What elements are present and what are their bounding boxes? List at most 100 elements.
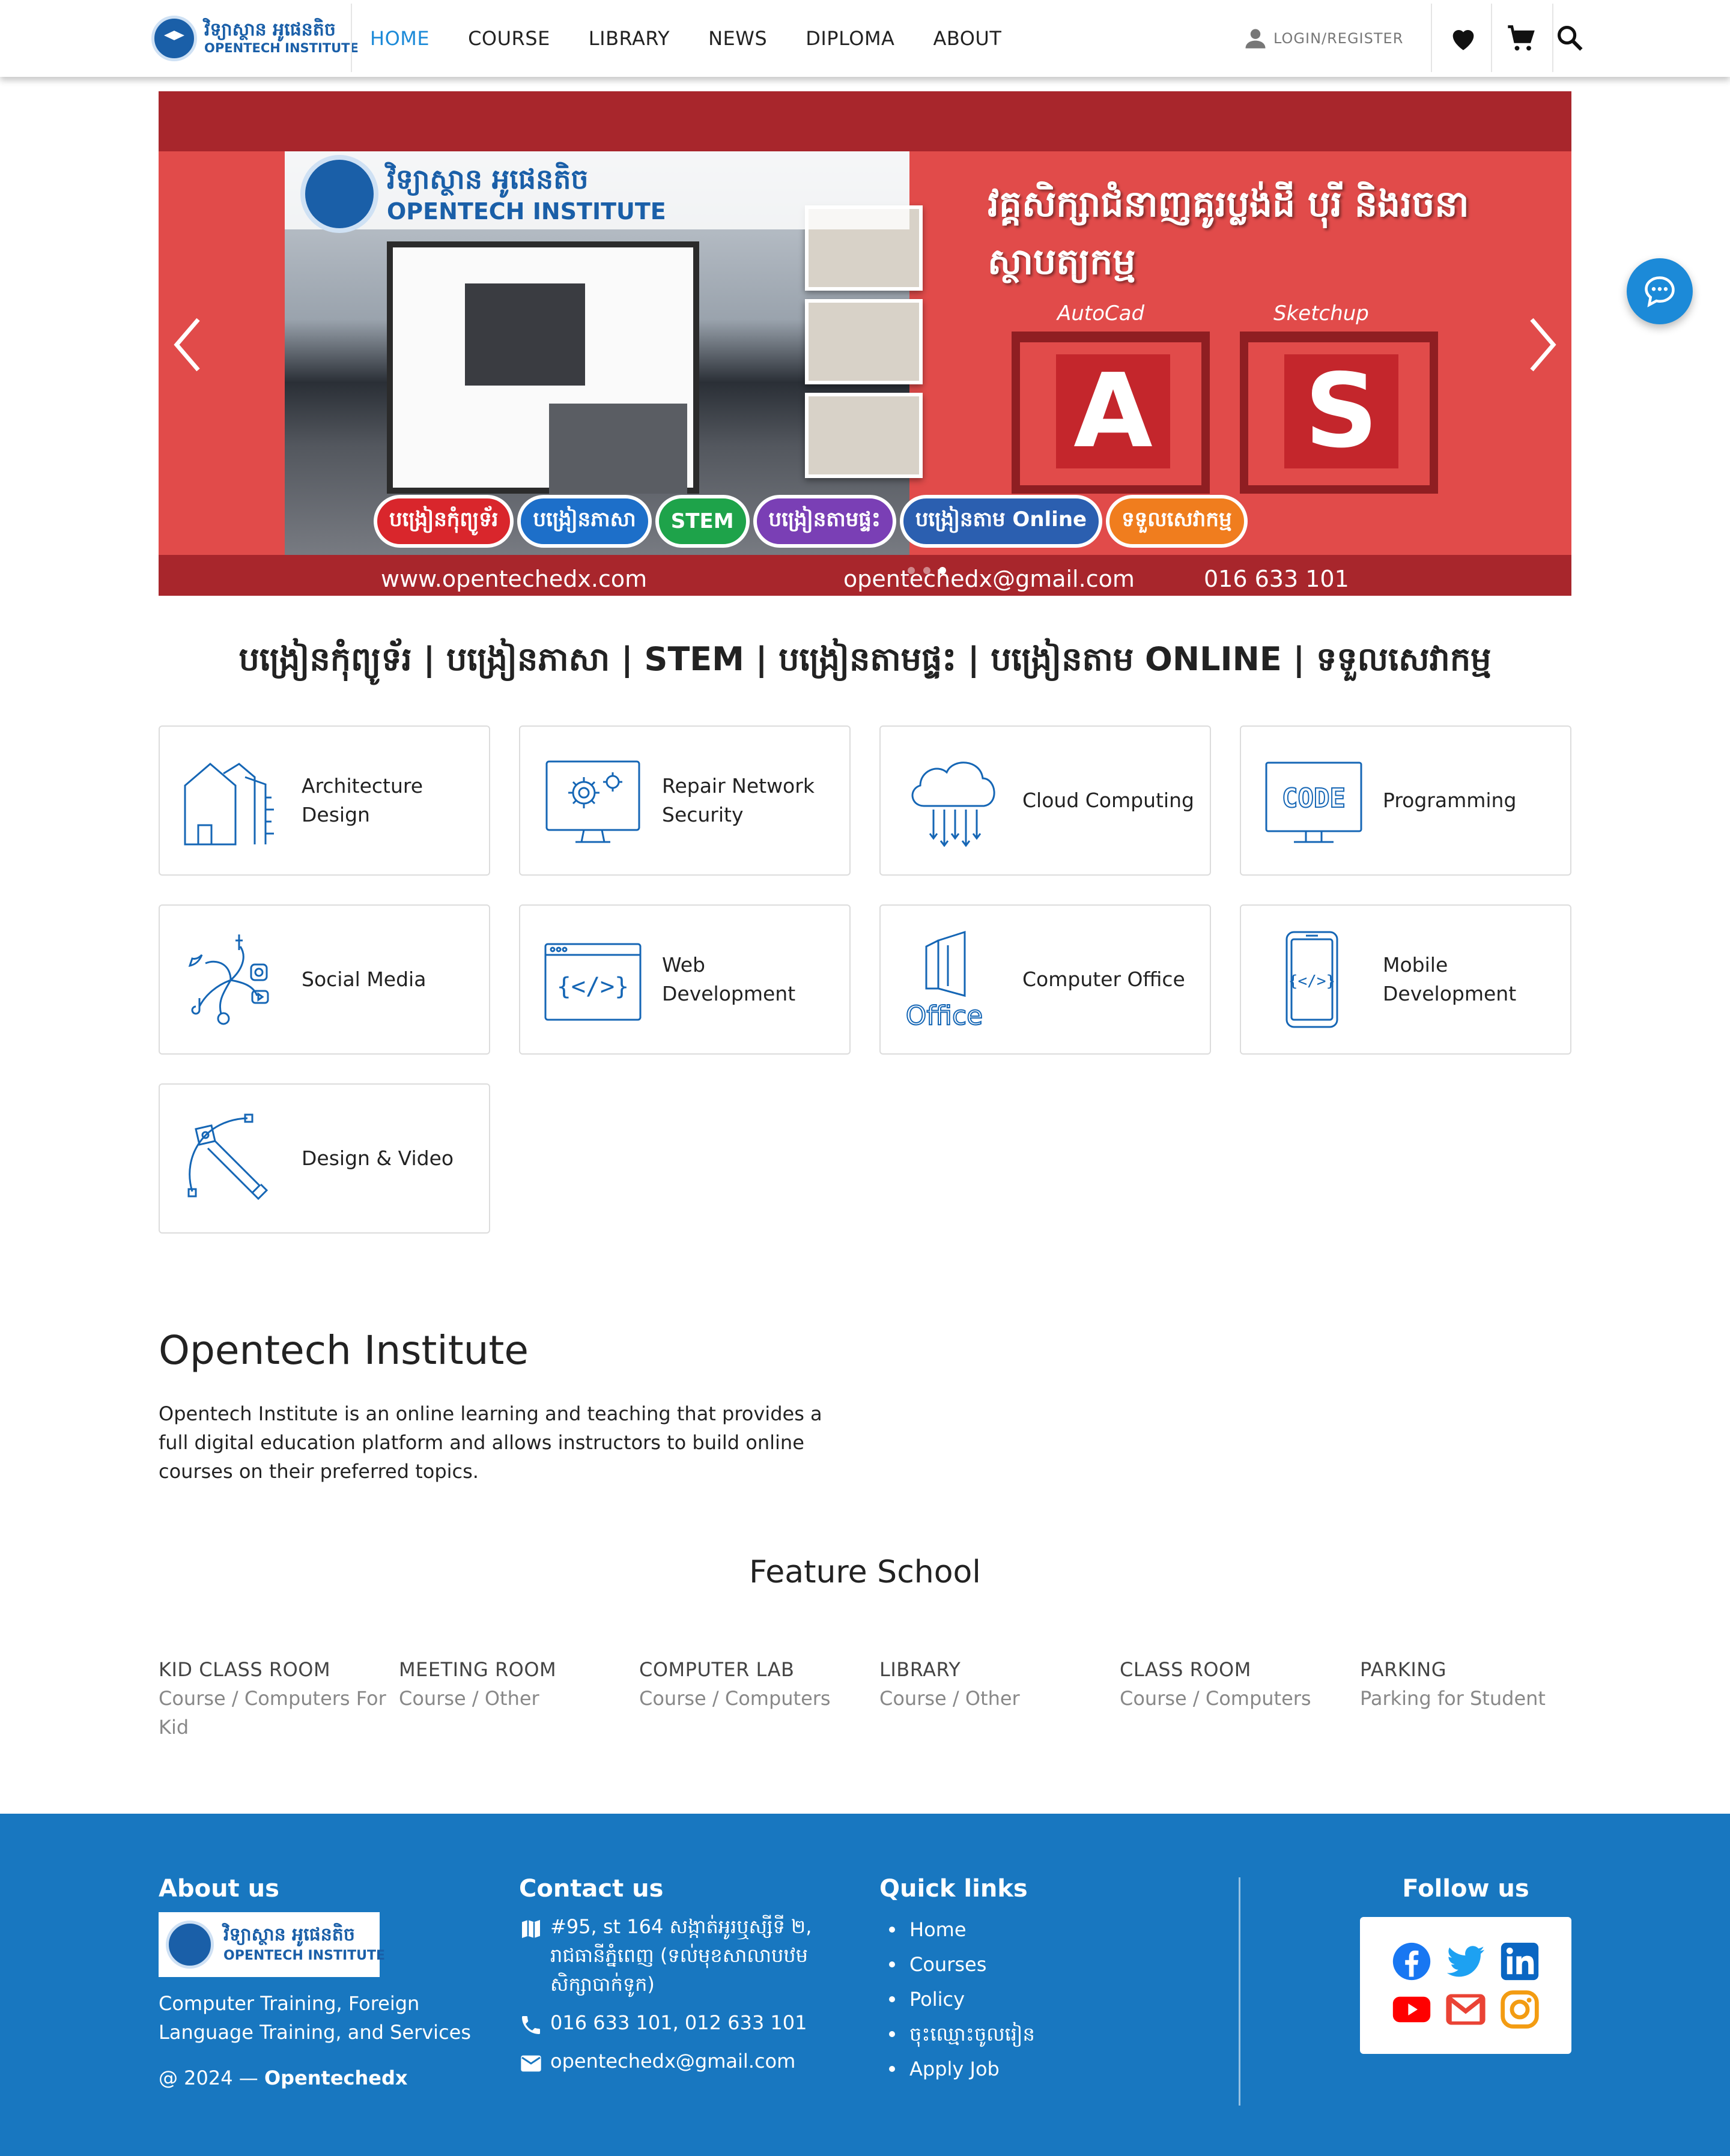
login-register-link[interactable]: LOGIN/REGISTER	[1242, 25, 1403, 52]
feature-item[interactable]: PARKING Parking for Student	[1360, 1655, 1588, 1713]
category-card[interactable]: Repair Network Security	[519, 725, 851, 876]
sketchup-logo: S	[1240, 332, 1438, 494]
hero-pill: បង្រៀនតាមផ្ទះ	[753, 495, 896, 548]
hero-interior-thumb	[805, 393, 923, 478]
hero-app-label: Sketchup	[1273, 301, 1369, 326]
category-card[interactable]: Architecture Design	[159, 725, 490, 876]
search-icon[interactable]	[1555, 23, 1586, 54]
feature-item[interactable]: CLASS ROOM Course / Computers	[1120, 1655, 1348, 1713]
cloud-computing-icon	[911, 762, 995, 847]
menu-item-news[interactable]: NEWS	[708, 27, 767, 50]
monitor-gear-icon	[545, 760, 640, 843]
category-card[interactable]: CODE Programming	[1240, 725, 1571, 876]
menu-item-diploma[interactable]: DIPLOMA	[806, 27, 894, 50]
feature-item[interactable]: MEETING ROOM Course / Other	[399, 1655, 627, 1713]
services-tagline: បង្រៀនកុំព្យូទ័រ | បង្រៀនភាសា | STEM | ប…	[238, 640, 1492, 678]
hero-carousel[interactable]: វិទ្យាស្ថាន អូផេនតិច OPENTECH INSTITUTE …	[159, 91, 1571, 596]
social-media-icon	[188, 934, 269, 1025]
heart-icon[interactable]	[1448, 23, 1479, 54]
menu-item-home[interactable]: HOME	[370, 27, 429, 50]
gmail-icon[interactable]	[1445, 1989, 1486, 2030]
carousel-next-arrow[interactable]	[1526, 316, 1559, 374]
feature-name: MEETING ROOM	[399, 1658, 557, 1681]
nav-divider	[1552, 4, 1553, 72]
category-card[interactable]: {</>} Mobile Development	[1240, 904, 1571, 1055]
footer-link-policy[interactable]: Policy	[879, 1982, 1192, 2017]
nav-divider	[351, 4, 352, 72]
carousel-dot[interactable]	[908, 567, 915, 574]
footer-quick-links: Quick links Home Courses Policy ចុះឈ្មោះ…	[879, 1875, 1192, 2086]
feature-name: KID CLASS ROOM	[159, 1658, 331, 1681]
youtube-icon[interactable]	[1391, 1989, 1432, 2030]
hero-house-drawing	[387, 241, 699, 494]
top-navbar: វិទ្យាស្ថាន អូផេនតិច OPENTECH INSTITUTE …	[0, 0, 1730, 77]
code-monitor-icon: CODE	[1265, 762, 1362, 843]
footer-link-apply-job[interactable]: Apply Job	[879, 2052, 1192, 2086]
carousel-dot-active[interactable]	[939, 567, 946, 574]
category-card[interactable]: {</>} Web Development	[519, 904, 851, 1055]
chat-icon	[1645, 276, 1675, 307]
twitter-icon[interactable]	[1445, 1941, 1486, 1982]
carousel-dot[interactable]	[923, 567, 930, 574]
menu-item-about[interactable]: ABOUT	[933, 27, 1001, 50]
site-logo[interactable]: វិទ្យាស្ថាន អូផេនតិច OPENTECH INSTITUTE	[151, 16, 359, 61]
copyright-brand-link[interactable]: Opentechedx	[264, 2067, 408, 2089]
footer-email[interactable]: opentechedx@gmail.com	[519, 2047, 837, 2076]
phone-icon	[522, 2016, 540, 2034]
carousel-dots	[903, 567, 950, 574]
mobile-code-icon: {</>}	[1285, 931, 1338, 1028]
category-card[interactable]: Cloud Computing	[879, 725, 1211, 876]
category-card[interactable]: Office Computer Office	[879, 904, 1211, 1055]
category-label: Computer Office	[1022, 967, 1185, 991]
feature-subtitle: Course / Other	[879, 1687, 1020, 1710]
logo-english-text: OPENTECH INSTITUTE	[204, 41, 359, 55]
login-register-label: LOGIN/REGISTER	[1273, 30, 1404, 47]
hero-logo-english: OPENTECH INSTITUTE	[387, 198, 666, 225]
category-label: Web Development	[662, 953, 796, 1005]
category-label: Architecture Design	[302, 774, 423, 826]
instagram-icon[interactable]	[1499, 1989, 1540, 2030]
feature-item[interactable]: LIBRARY Course / Other	[879, 1655, 1108, 1713]
feature-subtitle: Course / Computers	[639, 1687, 831, 1710]
pen-tool-icon	[187, 1113, 269, 1201]
feature-subtitle: Parking for Student	[1360, 1687, 1546, 1710]
cart-icon[interactable]	[1505, 23, 1537, 54]
footer-about-text: Computer Training, Foreign Language Trai…	[159, 1992, 472, 2044]
hero-pill: ទទួលសេវាកម្ម	[1106, 495, 1248, 548]
social-links	[1360, 1917, 1571, 2054]
footer-link-home[interactable]: Home	[879, 1912, 1192, 1947]
chat-button[interactable]	[1627, 258, 1693, 324]
facebook-icon[interactable]	[1391, 1941, 1432, 1982]
hero-pill: បង្រៀនភាសា	[517, 495, 652, 548]
map-icon	[522, 1920, 540, 1938]
footer-logo[interactable]: វិទ្យាស្ថាន អូផេនតិច OPENTECH INSTITUTE	[159, 1912, 385, 1977]
hero-title: វគ្គសិក្សាជំនាញគូរប្លង់ដី បុរី និងរចនាស្…	[988, 183, 1469, 283]
footer-address-text: #95, st 164 សង្កាត់អូរឬស្សីទី ២, រាជធានី…	[550, 1915, 812, 1996]
hero-website: www.opentechedx.com	[381, 566, 648, 592]
footer-about-heading: About us	[159, 1875, 279, 1903]
category-label: Repair Network Security	[662, 774, 815, 826]
feature-item[interactable]: KID CLASS ROOM Course / Computers For Ki…	[159, 1655, 387, 1742]
hero-pill: STEM	[655, 495, 750, 548]
hero-pill: បង្រៀនតាម Online	[899, 495, 1103, 548]
footer-link-register[interactable]: ចុះឈ្មោះចូលរៀន	[879, 2017, 1192, 2052]
footer-link-courses[interactable]: Courses	[879, 1947, 1192, 1982]
footer-copyright: @ 2024 — Opentechedx	[159, 2064, 483, 2092]
category-label: Cloud Computing	[1022, 789, 1194, 812]
architecture-icon	[184, 763, 274, 846]
menu-item-library[interactable]: LIBRARY	[589, 27, 670, 50]
footer-follow-heading: Follow us	[1402, 1875, 1529, 1903]
user-icon	[1245, 29, 1266, 49]
hero-pill: បង្រៀនកុំព្យូទ័រ	[374, 495, 514, 548]
category-label: Mobile Development	[1383, 953, 1517, 1005]
feature-item[interactable]: COMPUTER LAB Course / Computers	[639, 1655, 867, 1713]
linkedin-icon[interactable]	[1499, 1941, 1540, 1982]
autocad-logo: A	[1012, 332, 1210, 494]
menu-item-course[interactable]: COURSE	[468, 27, 550, 50]
category-card[interactable]: Design & Video	[159, 1083, 490, 1234]
carousel-prev-arrow[interactable]	[171, 316, 204, 374]
hero-interior-thumb	[805, 299, 923, 384]
hero-app-label: AutoCad	[1057, 301, 1145, 326]
category-label: Design & Video	[302, 1146, 454, 1170]
category-card[interactable]: Social Media	[159, 904, 490, 1055]
